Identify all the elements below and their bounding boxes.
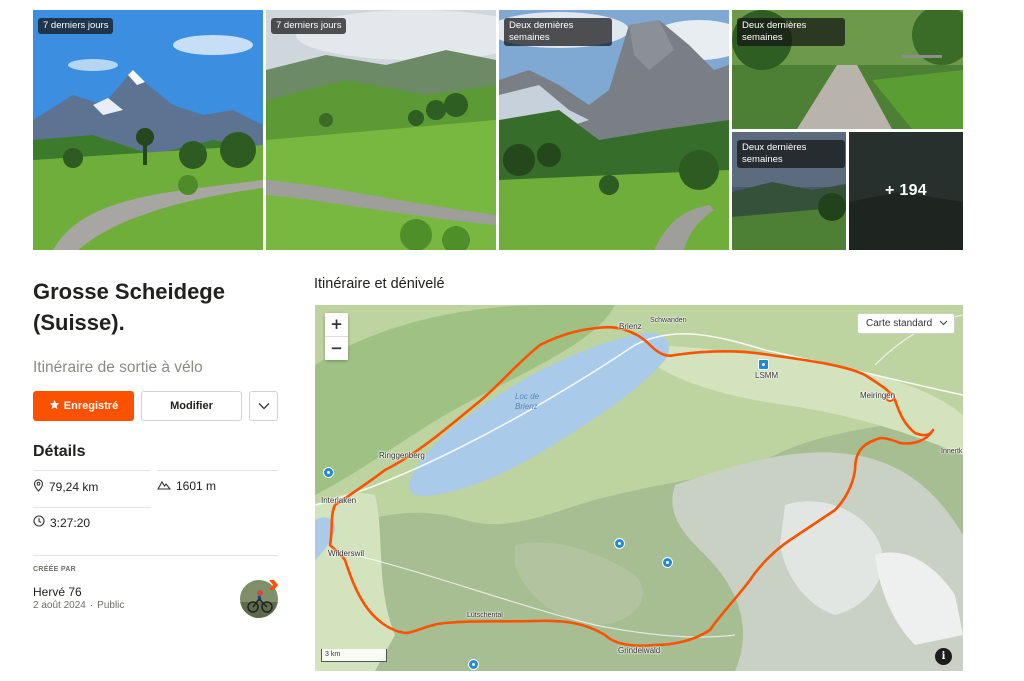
map-label-grindelwald: Grindelwald: [618, 646, 661, 655]
photo-date-tag: 7 derniers jours: [38, 18, 114, 34]
map-label-interlaken: Interlaken: [321, 496, 357, 505]
camera-poi-icon[interactable]: [614, 538, 625, 549]
elevation-stat: 1601 m: [157, 479, 216, 493]
saved-button-label: Enregistré: [63, 400, 119, 412]
elevation-value: 1601 m: [176, 479, 217, 493]
meta-separator: ·: [89, 600, 94, 611]
more-photos-count: + 194: [885, 182, 927, 199]
subscriber-badge-icon: [267, 578, 279, 590]
map-info-button[interactable]: i: [935, 648, 952, 665]
map-scale-bar: 3 km: [321, 649, 387, 662]
route-photo-3[interactable]: Deux dernières semaines: [499, 10, 729, 250]
map-label-lake-2: Brienz: [515, 402, 538, 411]
divider: [33, 507, 151, 508]
airport-icon: [758, 359, 769, 370]
camera-poi-icon[interactable]: [323, 467, 334, 478]
map-label-wilderswil: Wilderswil: [328, 549, 364, 558]
duration-value: 3:27:20: [50, 515, 91, 530]
map-canvas: [315, 305, 963, 671]
visibility-label: Public: [97, 600, 125, 611]
more-photos-tile[interactable]: + 194: [849, 132, 963, 250]
clock-icon: [33, 515, 45, 530]
route-photo-5[interactable]: Deux dernières semaines: [732, 132, 846, 250]
camera-poi-icon[interactable]: [662, 557, 673, 568]
divider: [33, 470, 151, 471]
map-label-meiringen: Meiringen: [860, 391, 896, 400]
zoom-out-button[interactable]: −: [325, 337, 348, 360]
map-label-ringgenberg: Ringgenberg: [379, 451, 425, 460]
map-label-lsmm: LSMM: [755, 371, 779, 380]
map-style-label: Carte standard: [866, 318, 933, 329]
route-title: Grosse Scheidege (Suisse).: [33, 279, 225, 335]
photo-date-tag: 7 derniers jours: [271, 18, 347, 34]
zoom-controls: + −: [325, 313, 348, 360]
divider: [157, 470, 278, 471]
photo-date-tag: Deux dernières semaines: [504, 18, 612, 46]
camera-poi-icon[interactable]: [468, 659, 479, 670]
chevron-down-icon: [258, 397, 270, 415]
photo-image: [33, 10, 263, 250]
zoom-in-button[interactable]: +: [325, 313, 348, 336]
duration-stat: 3:27:20: [33, 515, 90, 530]
details-heading: Détails: [33, 443, 86, 460]
route-photo-2[interactable]: 7 derniers jours: [266, 10, 496, 250]
route-photo-4[interactable]: Deux dernières semaines: [732, 10, 963, 129]
map-style-select[interactable]: Carte standard: [857, 313, 955, 334]
created-by-label: CRÉÉE PAR: [33, 566, 77, 573]
route-type: Itinéraire de sortie à vélo: [33, 359, 203, 376]
photo-gallery: 7 derniers jours 7 derniers jours Deux d…: [33, 10, 963, 250]
chevron-down-icon: [939, 318, 948, 329]
author-name[interactable]: Hervé 76: [33, 585, 82, 599]
more-options-button[interactable]: [249, 391, 278, 421]
photo-date-tag: Deux dernières semaines: [737, 18, 845, 46]
map-heading: Itinéraire et dénivelé: [314, 276, 445, 292]
star-icon: [49, 399, 60, 413]
mountain-icon: [157, 479, 172, 493]
edit-button[interactable]: Modifier: [141, 391, 242, 421]
map-label-schwanden: Schwanden: [650, 317, 687, 324]
photo-date-tag: Deux dernières semaines: [737, 140, 845, 168]
photo-image: [499, 10, 729, 250]
map-label-lake-1: Loc de: [515, 392, 540, 401]
created-date: 2 août 2024: [33, 600, 86, 611]
route-photo-1[interactable]: 7 derniers jours: [33, 10, 263, 250]
divider: [33, 555, 278, 556]
distance-stat: 79,24 km: [33, 479, 98, 495]
saved-button[interactable]: Enregistré: [33, 391, 134, 421]
route-meta: 2 août 2024 · Public: [33, 600, 124, 611]
distance-value: 79,24 km: [49, 480, 99, 494]
map-label-lutschental: Lütschental: [467, 612, 503, 619]
map-label-innert: Innertk: [941, 448, 963, 455]
location-pin-icon: [33, 479, 44, 495]
photo-image: [266, 10, 496, 250]
route-map[interactable]: Brienz Schwanden LSMM Meiringen Innertk …: [315, 305, 963, 671]
map-label-brienz: Brienz: [619, 322, 642, 331]
